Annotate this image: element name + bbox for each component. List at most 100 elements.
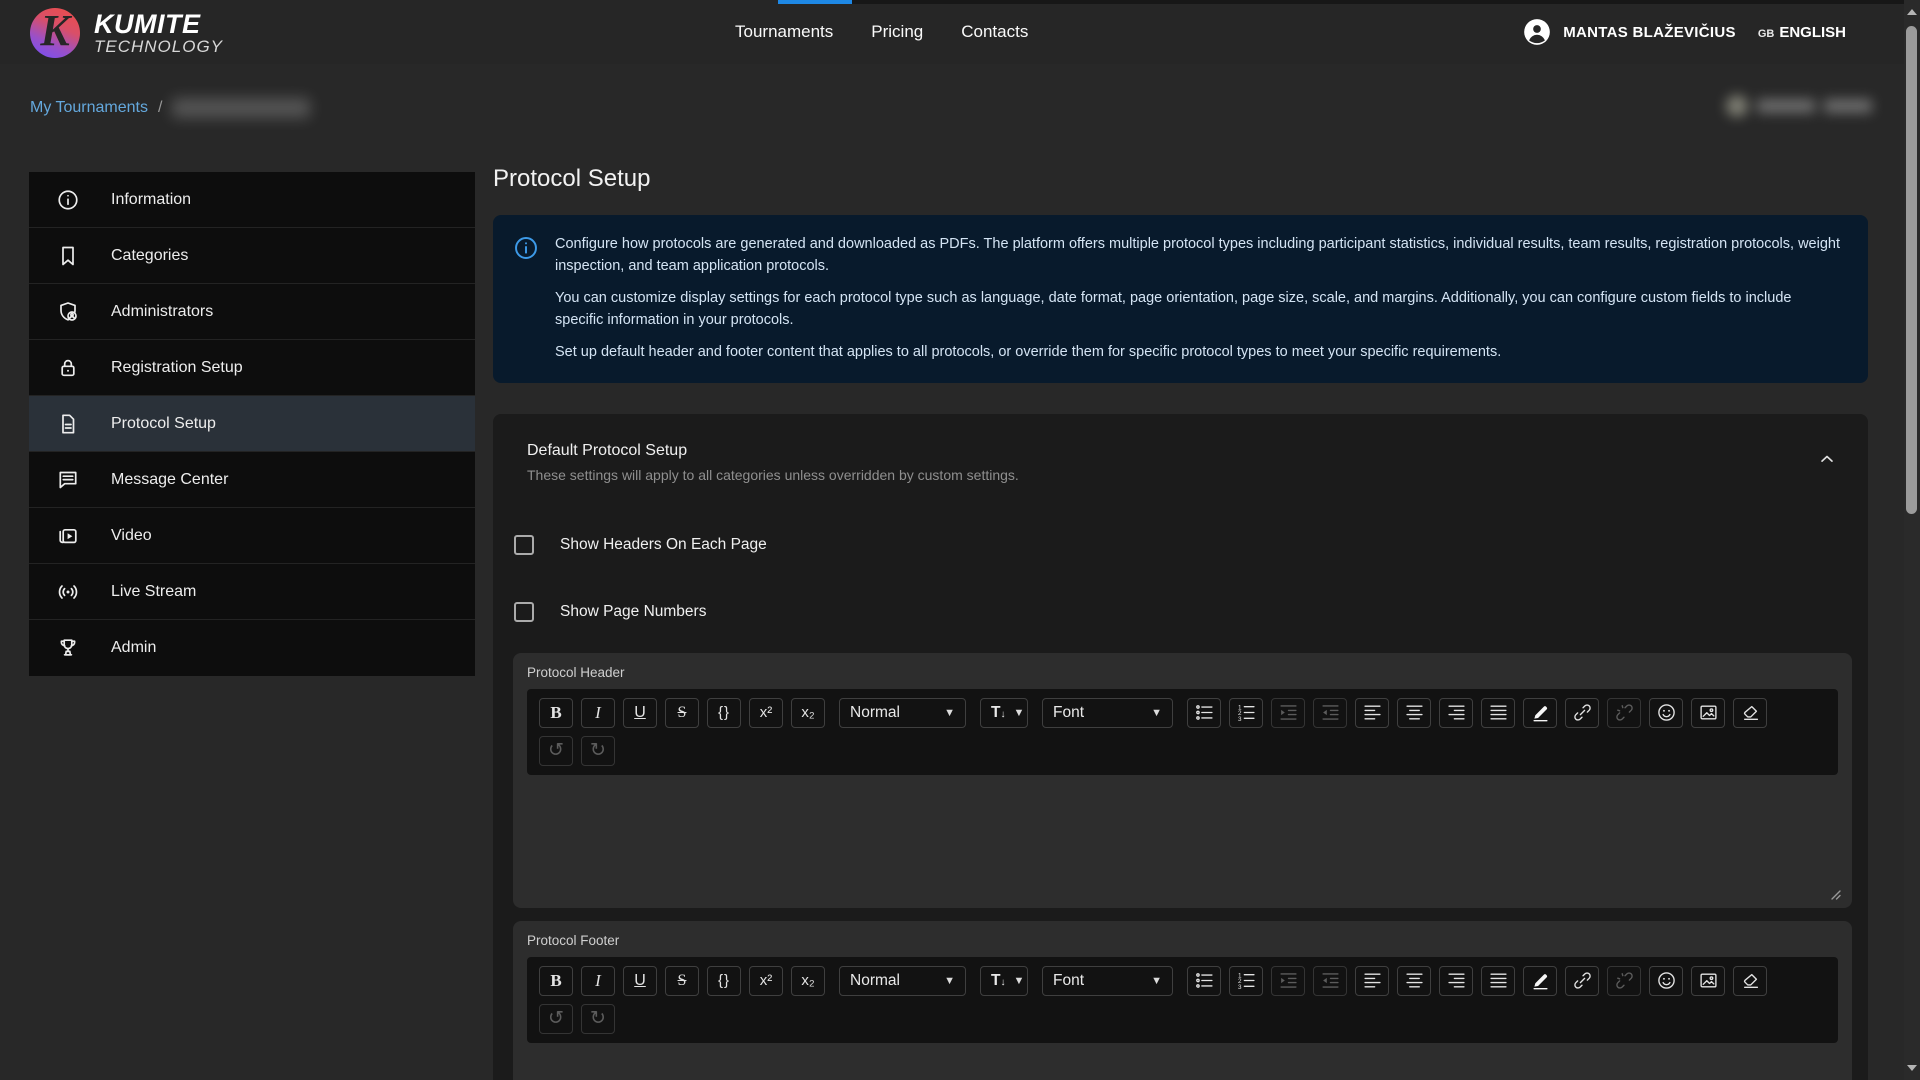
- link-button[interactable]: [1565, 698, 1599, 728]
- ordered-list-icon: 123: [1237, 971, 1256, 990]
- emoji-button[interactable]: [1649, 698, 1683, 728]
- align-left-button[interactable]: [1355, 698, 1389, 728]
- code-block-button[interactable]: {}: [707, 966, 741, 996]
- svg-text:3: 3: [1238, 716, 1242, 722]
- emoji-button[interactable]: [1649, 966, 1683, 996]
- breadcrumb-separator: /: [158, 99, 162, 117]
- page-scrollbar[interactable]: [1904, 0, 1920, 1080]
- sidebar-item-information[interactable]: Information: [29, 172, 475, 228]
- bookmark-icon: [56, 244, 80, 268]
- strikethrough-button[interactable]: S: [665, 966, 699, 996]
- image-button[interactable]: [1691, 698, 1725, 728]
- unlink-button[interactable]: [1607, 698, 1641, 728]
- chevron-down-icon: ▼: [944, 707, 955, 719]
- superscript-button[interactable]: x²: [749, 966, 783, 996]
- outdent-button[interactable]: [1313, 698, 1347, 728]
- sidebar-item-registration-setup[interactable]: Registration Setup: [29, 340, 475, 396]
- user-avatar-icon[interactable]: [1523, 18, 1551, 46]
- superscript-button[interactable]: x²: [749, 698, 783, 728]
- paragraph-style-select[interactable]: Normal▼: [839, 698, 966, 728]
- image-button[interactable]: [1691, 966, 1725, 996]
- italic-button[interactable]: I: [581, 966, 615, 996]
- unordered-list-button[interactable]: [1187, 698, 1221, 728]
- sidebar-item-label: Information: [111, 191, 191, 209]
- align-justify-button[interactable]: [1481, 698, 1515, 728]
- sidebar-item-protocol-setup[interactable]: Protocol Setup: [29, 396, 475, 452]
- align-center-button[interactable]: [1397, 966, 1431, 996]
- show-headers-checkbox[interactable]: [514, 535, 534, 555]
- text-size-select[interactable]: T↓▼: [980, 698, 1028, 728]
- ordered-list-button[interactable]: 123: [1229, 966, 1263, 996]
- subscript-button[interactable]: x₂: [791, 966, 825, 996]
- scrollbar-thumb[interactable]: [1906, 26, 1917, 514]
- sidebar-item-message-center[interactable]: Message Center: [29, 452, 475, 508]
- align-right-icon: [1447, 703, 1466, 722]
- indent-button[interactable]: [1271, 966, 1305, 996]
- scrollbar-up-arrow-icon[interactable]: [1907, 9, 1917, 15]
- underline-button[interactable]: U: [623, 698, 657, 728]
- breadcrumb-my-tournaments-link[interactable]: My Tournaments: [30, 99, 148, 117]
- font-select[interactable]: Font▼: [1042, 966, 1173, 996]
- scrollbar-down-arrow-icon[interactable]: [1907, 1065, 1917, 1071]
- highlight-pen-button[interactable]: [1523, 698, 1557, 728]
- sidebar-item-video[interactable]: Video: [29, 508, 475, 564]
- code-block-button[interactable]: {}: [707, 698, 741, 728]
- ordered-list-button[interactable]: 123: [1229, 698, 1263, 728]
- show-headers-checkbox-row[interactable]: Show Headers On Each Page: [514, 535, 1852, 555]
- resize-handle[interactable]: [1829, 888, 1843, 902]
- underline-button[interactable]: U: [623, 966, 657, 996]
- collapse-section-button[interactable]: [1814, 446, 1840, 472]
- lock-icon: [56, 356, 80, 380]
- text-size-select[interactable]: T↓▼: [980, 966, 1028, 996]
- sidebar: Information Categories AdministratorsRegis…: [29, 172, 475, 676]
- sidebar-item-admin[interactable]: Admin: [29, 620, 475, 676]
- unlink-button[interactable]: [1607, 966, 1641, 996]
- unordered-list-button[interactable]: [1187, 966, 1221, 996]
- align-right-button[interactable]: [1439, 966, 1473, 996]
- show-page-numbers-checkbox-row[interactable]: Show Page Numbers: [514, 602, 1852, 622]
- user-name[interactable]: MANTAS BLAŽEVIČIUS: [1563, 24, 1736, 41]
- subscript-button[interactable]: x₂: [791, 698, 825, 728]
- broadcast-icon: [56, 580, 80, 604]
- sidebar-item-administrators[interactable]: Administrators: [29, 284, 475, 340]
- remove-format-button[interactable]: [1733, 698, 1767, 728]
- language-selector[interactable]: GB ENGLISH: [1758, 24, 1846, 41]
- top-progress-track: [852, 0, 1904, 4]
- italic-button[interactable]: I: [581, 698, 615, 728]
- sidebar-item-label: Protocol Setup: [111, 415, 216, 433]
- nav-item-contacts[interactable]: Contacts: [961, 22, 1028, 42]
- logo[interactable]: K KUMITE TECHNOLOGY: [30, 8, 223, 58]
- editor-content-area[interactable]: [527, 1025, 1838, 1080]
- indent-button[interactable]: [1271, 698, 1305, 728]
- bold-button[interactable]: B: [539, 966, 573, 996]
- align-center-button[interactable]: [1397, 698, 1431, 728]
- nav-item-tournaments[interactable]: Tournaments: [735, 22, 833, 42]
- align-justify-button[interactable]: [1481, 966, 1515, 996]
- main-content: Protocol Setup Configure how protocols a…: [493, 165, 1868, 1080]
- link-button[interactable]: [1565, 966, 1599, 996]
- image-icon: [1699, 971, 1718, 990]
- outdent-button[interactable]: [1313, 966, 1347, 996]
- strikethrough-button[interactable]: S: [665, 698, 699, 728]
- emoji-icon: [1657, 703, 1676, 722]
- editor-content-area[interactable]: [527, 757, 1838, 898]
- sidebar-item-categories[interactable]: Categories: [29, 228, 475, 284]
- highlight-pen-button[interactable]: [1523, 966, 1557, 996]
- align-right-icon: [1447, 971, 1466, 990]
- message-icon: [56, 468, 80, 492]
- checkbox-label: Show Headers On Each Page: [549, 536, 767, 554]
- nav-item-pricing[interactable]: Pricing: [871, 22, 923, 42]
- align-right-button[interactable]: [1439, 698, 1473, 728]
- top-progress-bar: [778, 0, 852, 4]
- bold-button[interactable]: B: [539, 698, 573, 728]
- align-left-button[interactable]: [1355, 966, 1389, 996]
- font-select[interactable]: Font▼: [1042, 698, 1173, 728]
- sidebar-item-live-stream[interactable]: Live Stream: [29, 564, 475, 620]
- chevron-up-icon: [1817, 449, 1837, 469]
- redacted-tournament-name: [172, 98, 310, 118]
- breadcrumb: My Tournaments /: [30, 98, 310, 118]
- sidebar-item-label: Categories: [111, 247, 188, 265]
- remove-format-button[interactable]: [1733, 966, 1767, 996]
- show-page-numbers-checkbox[interactable]: [514, 602, 534, 622]
- paragraph-style-select[interactable]: Normal▼: [839, 966, 966, 996]
